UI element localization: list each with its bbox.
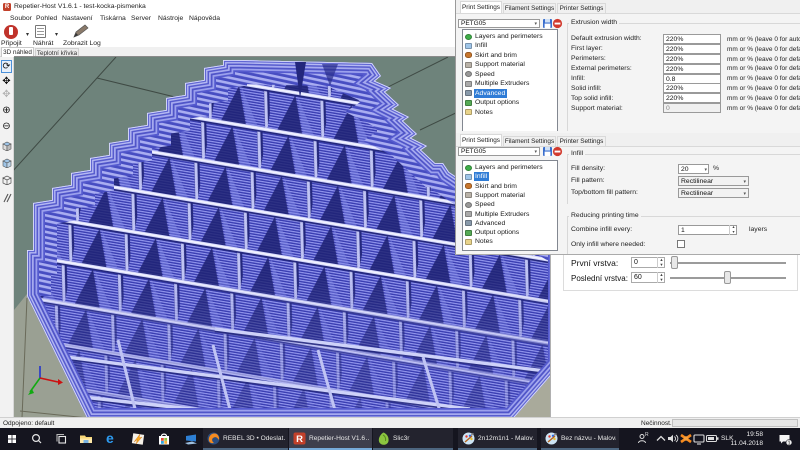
svg-text:R: R bbox=[296, 434, 303, 445]
svg-text:R: R bbox=[645, 432, 649, 438]
svg-text:1: 1 bbox=[787, 441, 790, 447]
